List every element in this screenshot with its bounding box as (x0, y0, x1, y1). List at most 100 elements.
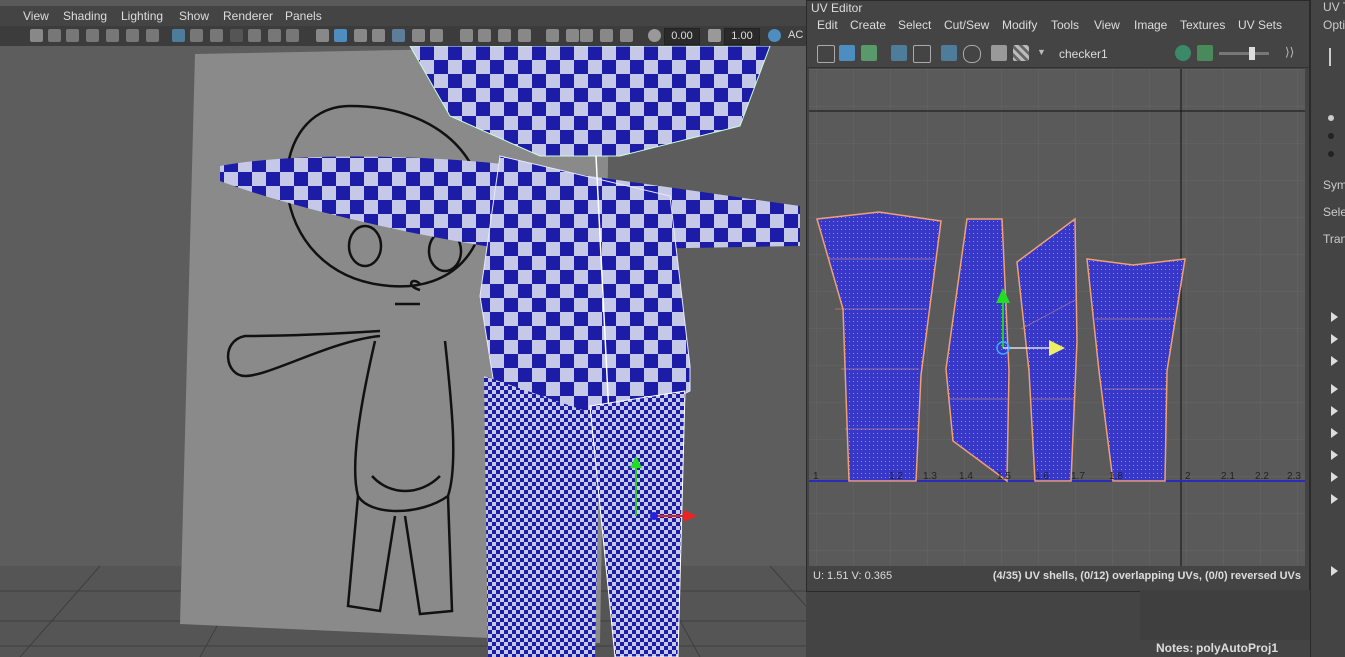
viewport-scene[interactable] (0, 45, 806, 657)
uv-menu-image[interactable]: Image (1134, 18, 1167, 32)
uv-menu-edit[interactable]: Edit (817, 18, 838, 32)
uv-canvas[interactable]: 1 1.2 1.3 1.4 1.5 1.6 1.7 1.8 2 2.1 2.2 … (809, 69, 1305, 566)
uv-menu-textures[interactable]: Textures (1180, 18, 1225, 32)
dof-icon[interactable] (518, 29, 531, 42)
uv-filter-icon[interactable] (891, 45, 907, 61)
uv-editor-title: UV Editor (811, 1, 863, 15)
expand-arrow-icon[interactable] (1331, 334, 1338, 344)
isolate-icon[interactable] (546, 29, 559, 42)
ao-icon[interactable] (460, 29, 473, 42)
notes-bar: Notes: polyAutoProj1 (1140, 640, 1310, 657)
uv-display-image-icon[interactable] (1197, 45, 1213, 61)
menu-shading[interactable]: Shading (63, 9, 107, 23)
radio-option-2[interactable] (1328, 133, 1334, 139)
backface-icon[interactable] (620, 29, 633, 42)
camera-attr-icon[interactable] (48, 29, 61, 42)
menu-show[interactable]: Show (179, 9, 209, 23)
uv-menu-view[interactable]: View (1094, 18, 1120, 32)
uv-menu-cutsew[interactable]: Cut/Sew (944, 18, 989, 32)
radio-option-1[interactable] (1328, 115, 1334, 121)
uv-distortion-icon[interactable] (861, 45, 877, 61)
bookmark-icon[interactable] (66, 29, 79, 42)
exposure-icon[interactable] (648, 29, 661, 42)
smooth-shade-icon[interactable] (334, 29, 347, 42)
motion-blur-icon[interactable] (478, 29, 491, 42)
image-plane-icon[interactable] (86, 29, 99, 42)
xray-joints-icon[interactable] (580, 29, 593, 42)
uv-axis-label: 1.4 (959, 471, 973, 482)
grease-pencil-icon[interactable] (126, 29, 139, 42)
pencil-icon[interactable] (146, 29, 159, 42)
radio-option-3[interactable] (1328, 151, 1334, 157)
wireframe-on-shaded-icon[interactable] (372, 29, 385, 42)
uv-snap-icon[interactable] (963, 45, 981, 63)
wireframe-icon[interactable] (316, 29, 329, 42)
expand-arrow-icon[interactable] (1331, 312, 1338, 322)
uv-texture-name[interactable]: checker1 (1059, 47, 1108, 61)
uv-axis-label: 1.3 (923, 471, 937, 482)
uv-brightness-slider[interactable] (1219, 52, 1269, 55)
expand-arrow-icon[interactable] (1331, 384, 1338, 394)
default-material-icon[interactable] (354, 29, 367, 42)
film-gate-icon[interactable] (190, 29, 203, 42)
safe-title-icon[interactable] (286, 29, 299, 42)
uv-toolbar-expand-icon[interactable]: ⟩⟩ (1285, 45, 1294, 59)
lights-icon[interactable] (412, 29, 425, 42)
uv-show-grid-icon[interactable] (941, 45, 957, 61)
gamma-field[interactable]: 1.00 (724, 28, 760, 45)
expand-arrow-icon[interactable] (1331, 472, 1338, 482)
uv-shaded-icon[interactable] (839, 45, 855, 61)
uv-menu-tools[interactable]: Tools (1051, 18, 1079, 32)
color-management-icon[interactable] (768, 29, 781, 42)
menu-lighting[interactable]: Lighting (121, 9, 163, 23)
pin-icon[interactable] (106, 29, 119, 42)
aa-icon[interactable] (498, 29, 511, 42)
menu-panels[interactable]: Panels (285, 9, 322, 23)
3d-viewport[interactable]: View Shading Lighting Show Renderer Pane… (0, 0, 806, 657)
menu-renderer[interactable]: Renderer (223, 9, 273, 23)
uv-image-icon[interactable] (991, 45, 1007, 61)
menu-view[interactable]: View (23, 9, 49, 23)
expand-arrow-icon[interactable] (1331, 566, 1338, 576)
textured-icon[interactable] (392, 29, 405, 42)
uv-axis-label: 2.3 (1287, 471, 1301, 482)
uv-menu-uvsets[interactable]: UV Sets (1238, 18, 1282, 32)
field-chart-icon[interactable] (248, 29, 261, 42)
uv-axis-label: 2.1 (1221, 471, 1235, 482)
uv-brightness-handle[interactable] (1249, 47, 1255, 60)
grid-icon[interactable] (172, 29, 185, 42)
uv-editor-toolbar: ▼ checker1 ⟩⟩ (807, 39, 1309, 68)
expand-arrow-icon[interactable] (1331, 450, 1338, 460)
uv-checker-icon[interactable] (1013, 45, 1029, 61)
expand-arrow-icon[interactable] (1331, 356, 1338, 366)
uv-menu-modify[interactable]: Modify (1002, 18, 1037, 32)
xray-components-icon[interactable] (600, 29, 613, 42)
resolution-gate-icon[interactable] (210, 29, 223, 42)
uv-shell-info: (4/35) UV shells, (0/12) overlapping UVs… (992, 570, 1301, 582)
expand-arrow-icon[interactable] (1331, 494, 1338, 504)
xray-icon[interactable] (566, 29, 579, 42)
shadows-icon[interactable] (430, 29, 443, 42)
uv-grid-icon[interactable] (817, 45, 835, 63)
uv-lock-icon[interactable] (1175, 45, 1191, 61)
transform-label: Tran (1323, 232, 1345, 246)
uv-texture-dropdown-icon[interactable]: ▼ (1037, 47, 1046, 57)
gate-mask-icon[interactable] (230, 29, 243, 42)
safe-action-icon[interactable] (268, 29, 281, 42)
uv-borders-icon[interactable] (913, 45, 931, 63)
options-label[interactable]: Opti (1323, 18, 1345, 32)
uv-space: 1 1.2 1.3 1.4 1.5 1.6 1.7 1.8 2 2.1 2.2 … (809, 69, 1305, 566)
color-space-label[interactable]: AC (788, 29, 803, 41)
gamma-icon[interactable] (708, 29, 721, 42)
uv-menu-select[interactable]: Select (898, 18, 931, 32)
expand-arrow-icon[interactable] (1331, 406, 1338, 416)
uv-axis-label: 2 (1185, 471, 1191, 482)
uv-menu-create[interactable]: Create (850, 18, 886, 32)
uv-coordinates: U: 1.51 V: 0.365 (813, 570, 893, 582)
exposure-field[interactable]: 0.00 (664, 28, 700, 45)
camera-icon[interactable] (30, 29, 43, 42)
symmetry-label: Symm (1323, 178, 1345, 192)
scene-render (0, 45, 806, 657)
expand-arrow-icon[interactable] (1331, 428, 1338, 438)
selection-label: Sele (1323, 205, 1345, 219)
